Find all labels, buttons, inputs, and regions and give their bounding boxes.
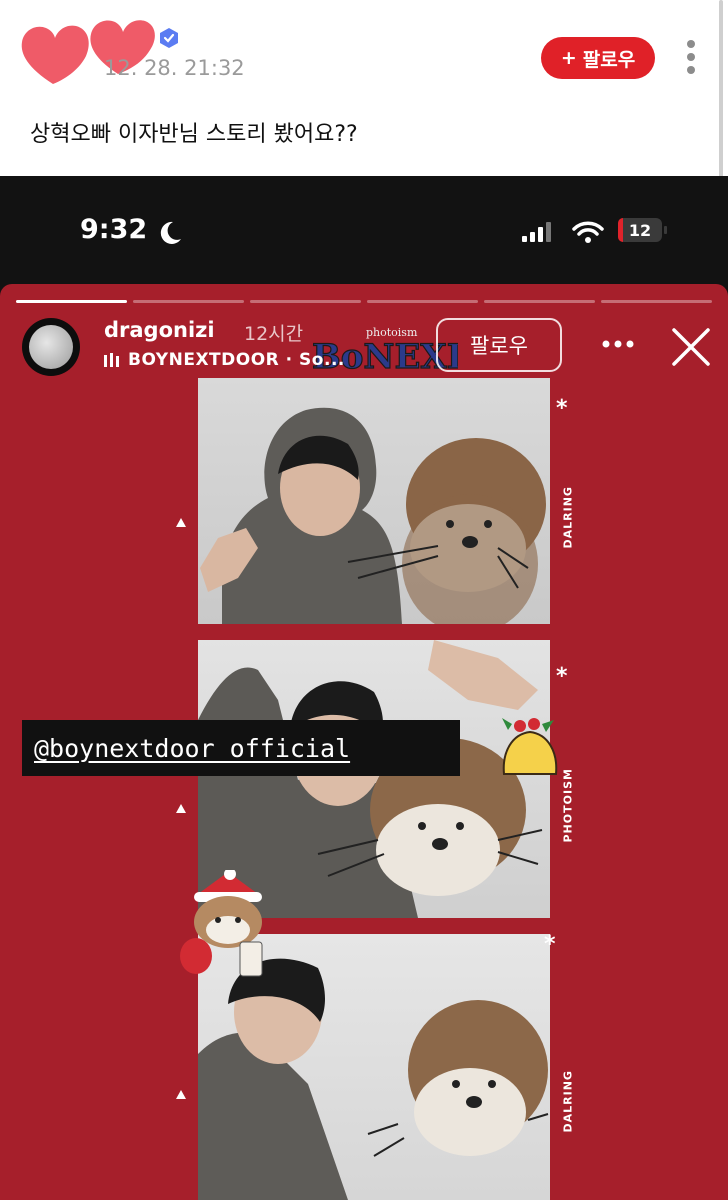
status-time: 9:32	[80, 214, 148, 245]
story-progress-segment	[601, 300, 712, 303]
instagram-story[interactable]: DALRING PHOTOISM DALRING * * * BoNEX pho…	[0, 284, 728, 1200]
moon-icon	[160, 221, 181, 244]
story-progress-segment	[367, 300, 478, 303]
triangle-deco	[176, 1090, 186, 1099]
story-photo-1	[198, 378, 550, 624]
post-header: 12. 28. 21:32 + 팔로우 상혁오빠 이자반님 스토리 봤어요??	[0, 0, 728, 176]
story-time: 12시간	[244, 323, 304, 345]
star-deco: *	[556, 396, 568, 421]
side-label-2: PHOTOISM	[561, 768, 575, 843]
story-avatar[interactable]	[22, 318, 80, 376]
triangle-deco	[176, 804, 186, 813]
signal-icon	[522, 222, 551, 242]
music-bars-icon	[104, 353, 119, 367]
story-username[interactable]: dragonizi	[104, 318, 215, 342]
svg-text:photoism: photoism	[366, 326, 418, 339]
story-screenshot: 9:32 12 DALRING PHOTOISM DALRING * * * B…	[0, 176, 728, 1200]
mention-tag[interactable]: @boynextdoor_official	[22, 720, 460, 776]
story-more-icon[interactable]	[602, 340, 634, 348]
wifi-icon	[572, 221, 604, 243]
plus-icon: +	[560, 47, 577, 69]
story-progress-segment	[133, 300, 244, 303]
side-label-3: DALRING	[561, 1070, 575, 1133]
close-icon[interactable]	[670, 326, 712, 368]
more-options-icon[interactable]	[684, 40, 698, 78]
bell-sticker-icon	[502, 718, 558, 775]
story-follow-button[interactable]: 팔로우	[436, 318, 562, 372]
story-progress-segment	[250, 300, 361, 303]
star-deco: *	[556, 664, 568, 689]
follow-button[interactable]: + 팔로우	[541, 37, 655, 79]
battery-cap	[664, 226, 667, 234]
post-date: 12. 28. 21:32	[104, 56, 245, 80]
side-label-1: DALRING	[561, 486, 575, 549]
star-deco: *	[544, 932, 556, 957]
battery-indicator: 12	[618, 218, 662, 242]
verified-badge-icon	[160, 28, 178, 48]
santa-otter-sticker-icon	[180, 870, 263, 977]
story-progress-segment	[16, 300, 127, 303]
story-progress-segment	[484, 300, 595, 303]
follow-label: 팔로우	[582, 48, 636, 71]
story-music[interactable]: BOYNEXTDOOR · So...	[104, 350, 345, 370]
post-text: 상혁오빠 이자반님 스토리 봤어요??	[30, 122, 358, 147]
triangle-deco	[176, 518, 186, 527]
